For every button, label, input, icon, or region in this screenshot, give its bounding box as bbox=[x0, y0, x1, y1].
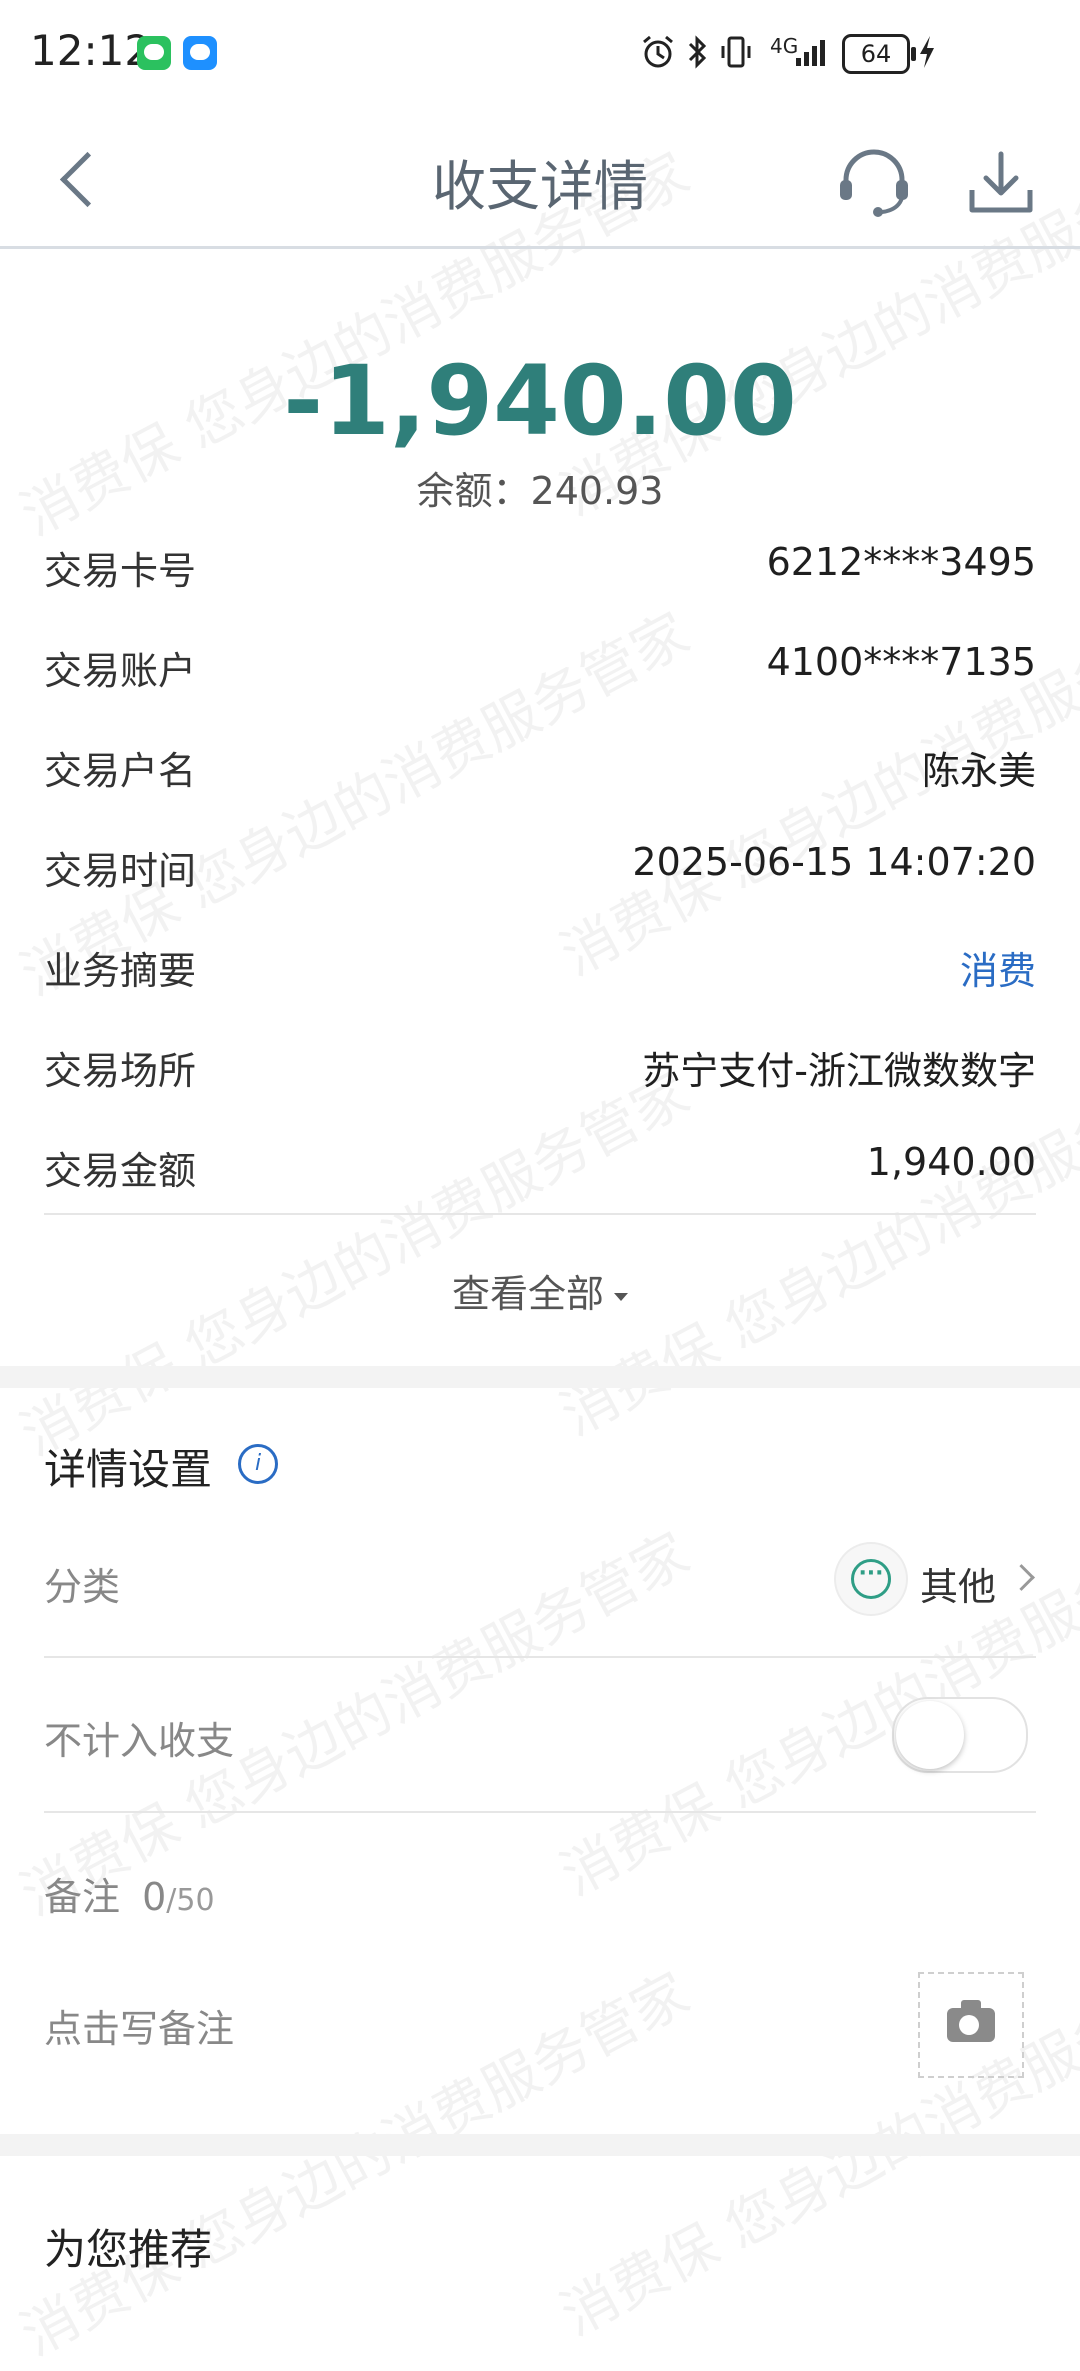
detail-row-amount: 交易金额 1,940.00 bbox=[44, 1130, 1036, 1200]
exclude-row: 不计入收支 bbox=[44, 1710, 1036, 1765]
exclude-label: 不计入收支 bbox=[44, 1719, 235, 1763]
info-icon[interactable]: i bbox=[238, 1444, 278, 1484]
detail-value: 6212****3495 bbox=[766, 540, 1036, 584]
detail-value: 苏宁支付-浙江微数数字 bbox=[642, 1049, 1036, 1093]
add-photo-button[interactable] bbox=[918, 1972, 1024, 2078]
recommend-title: 为您推荐 bbox=[44, 2225, 213, 2274]
header: 收支详情 bbox=[0, 110, 1080, 249]
section-gap bbox=[0, 1366, 1080, 1388]
bluetooth-icon bbox=[688, 35, 707, 69]
download-icon[interactable] bbox=[966, 146, 1036, 218]
camera-icon bbox=[947, 2000, 995, 2042]
view-all-button[interactable]: 查看全部 bbox=[0, 1263, 1080, 1318]
vibrate-icon bbox=[721, 36, 751, 68]
note-label: 备注 bbox=[44, 1875, 121, 1919]
status-bar: 12:12 4G 64 bbox=[0, 0, 1080, 110]
view-all-label: 查看全部 bbox=[451, 1272, 604, 1316]
category-value[interactable]: 其他 bbox=[920, 1556, 996, 1611]
summary-link[interactable]: 消费 bbox=[960, 940, 1036, 995]
status-time: 12:12 bbox=[30, 26, 152, 75]
detail-row-account-name: 交易户名 陈永美 bbox=[44, 730, 1036, 800]
message-icon bbox=[183, 36, 217, 70]
detail-label: 交易账户 bbox=[44, 649, 197, 693]
transaction-amount: -1,940.00 bbox=[283, 345, 797, 457]
settings-title: 详情设置 bbox=[44, 1445, 213, 1494]
detail-row-account: 交易账户 4100****7135 bbox=[44, 630, 1036, 700]
balance-text: 余额：240.93 bbox=[416, 469, 664, 513]
detail-value: 2025-06-15 14:07:20 bbox=[632, 840, 1036, 884]
signal-icon bbox=[796, 40, 825, 66]
note-placeholder: 点击写备注 bbox=[44, 2007, 235, 2051]
wechat-icon bbox=[137, 36, 171, 70]
note-input[interactable]: 点击写备注 bbox=[44, 1998, 1036, 2053]
detail-value: 1,940.00 bbox=[866, 1140, 1036, 1184]
detail-label: 交易户名 bbox=[44, 749, 197, 793]
divider bbox=[44, 1213, 1036, 1215]
note-max: /50 bbox=[166, 1883, 215, 1918]
detail-label: 交易时间 bbox=[44, 849, 197, 893]
detail-value: 4100****7135 bbox=[766, 640, 1036, 684]
detail-label: 交易金额 bbox=[44, 1149, 197, 1193]
detail-row-card-number: 交易卡号 6212****3495 bbox=[44, 530, 1036, 600]
note-header: 备注 0/50 bbox=[44, 1866, 1036, 1921]
alarm-icon bbox=[643, 35, 673, 68]
toggle-knob bbox=[896, 1701, 964, 1769]
divider bbox=[44, 1811, 1036, 1813]
detail-value: 陈永美 bbox=[921, 749, 1036, 793]
customer-service-icon[interactable] bbox=[836, 148, 912, 220]
page-title: 收支详情 bbox=[432, 155, 648, 218]
more-icon: ··· bbox=[836, 1544, 906, 1614]
charging-icon bbox=[920, 36, 934, 68]
detail-row-location: 交易场所 苏宁支付-浙江微数数字 bbox=[44, 1030, 1036, 1100]
detail-label: 交易场所 bbox=[44, 1049, 197, 1093]
detail-label: 业务摘要 bbox=[44, 949, 197, 993]
detail-label: 交易卡号 bbox=[44, 549, 197, 593]
divider bbox=[44, 1656, 1036, 1658]
detail-row-summary: 业务摘要 消费 bbox=[44, 930, 1036, 1000]
category-label: 分类 bbox=[44, 1565, 121, 1609]
section-gap bbox=[0, 2134, 1080, 2156]
watermark: 消费保 您身边的消费服务管家 bbox=[10, 1061, 700, 1469]
detail-row-time: 交易时间 2025-06-15 14:07:20 bbox=[44, 830, 1036, 900]
note-count: 0 bbox=[142, 1875, 167, 1919]
caret-down-icon bbox=[614, 1292, 628, 1301]
exclude-toggle[interactable] bbox=[892, 1697, 1028, 1773]
battery-icon: 64 bbox=[842, 34, 916, 74]
